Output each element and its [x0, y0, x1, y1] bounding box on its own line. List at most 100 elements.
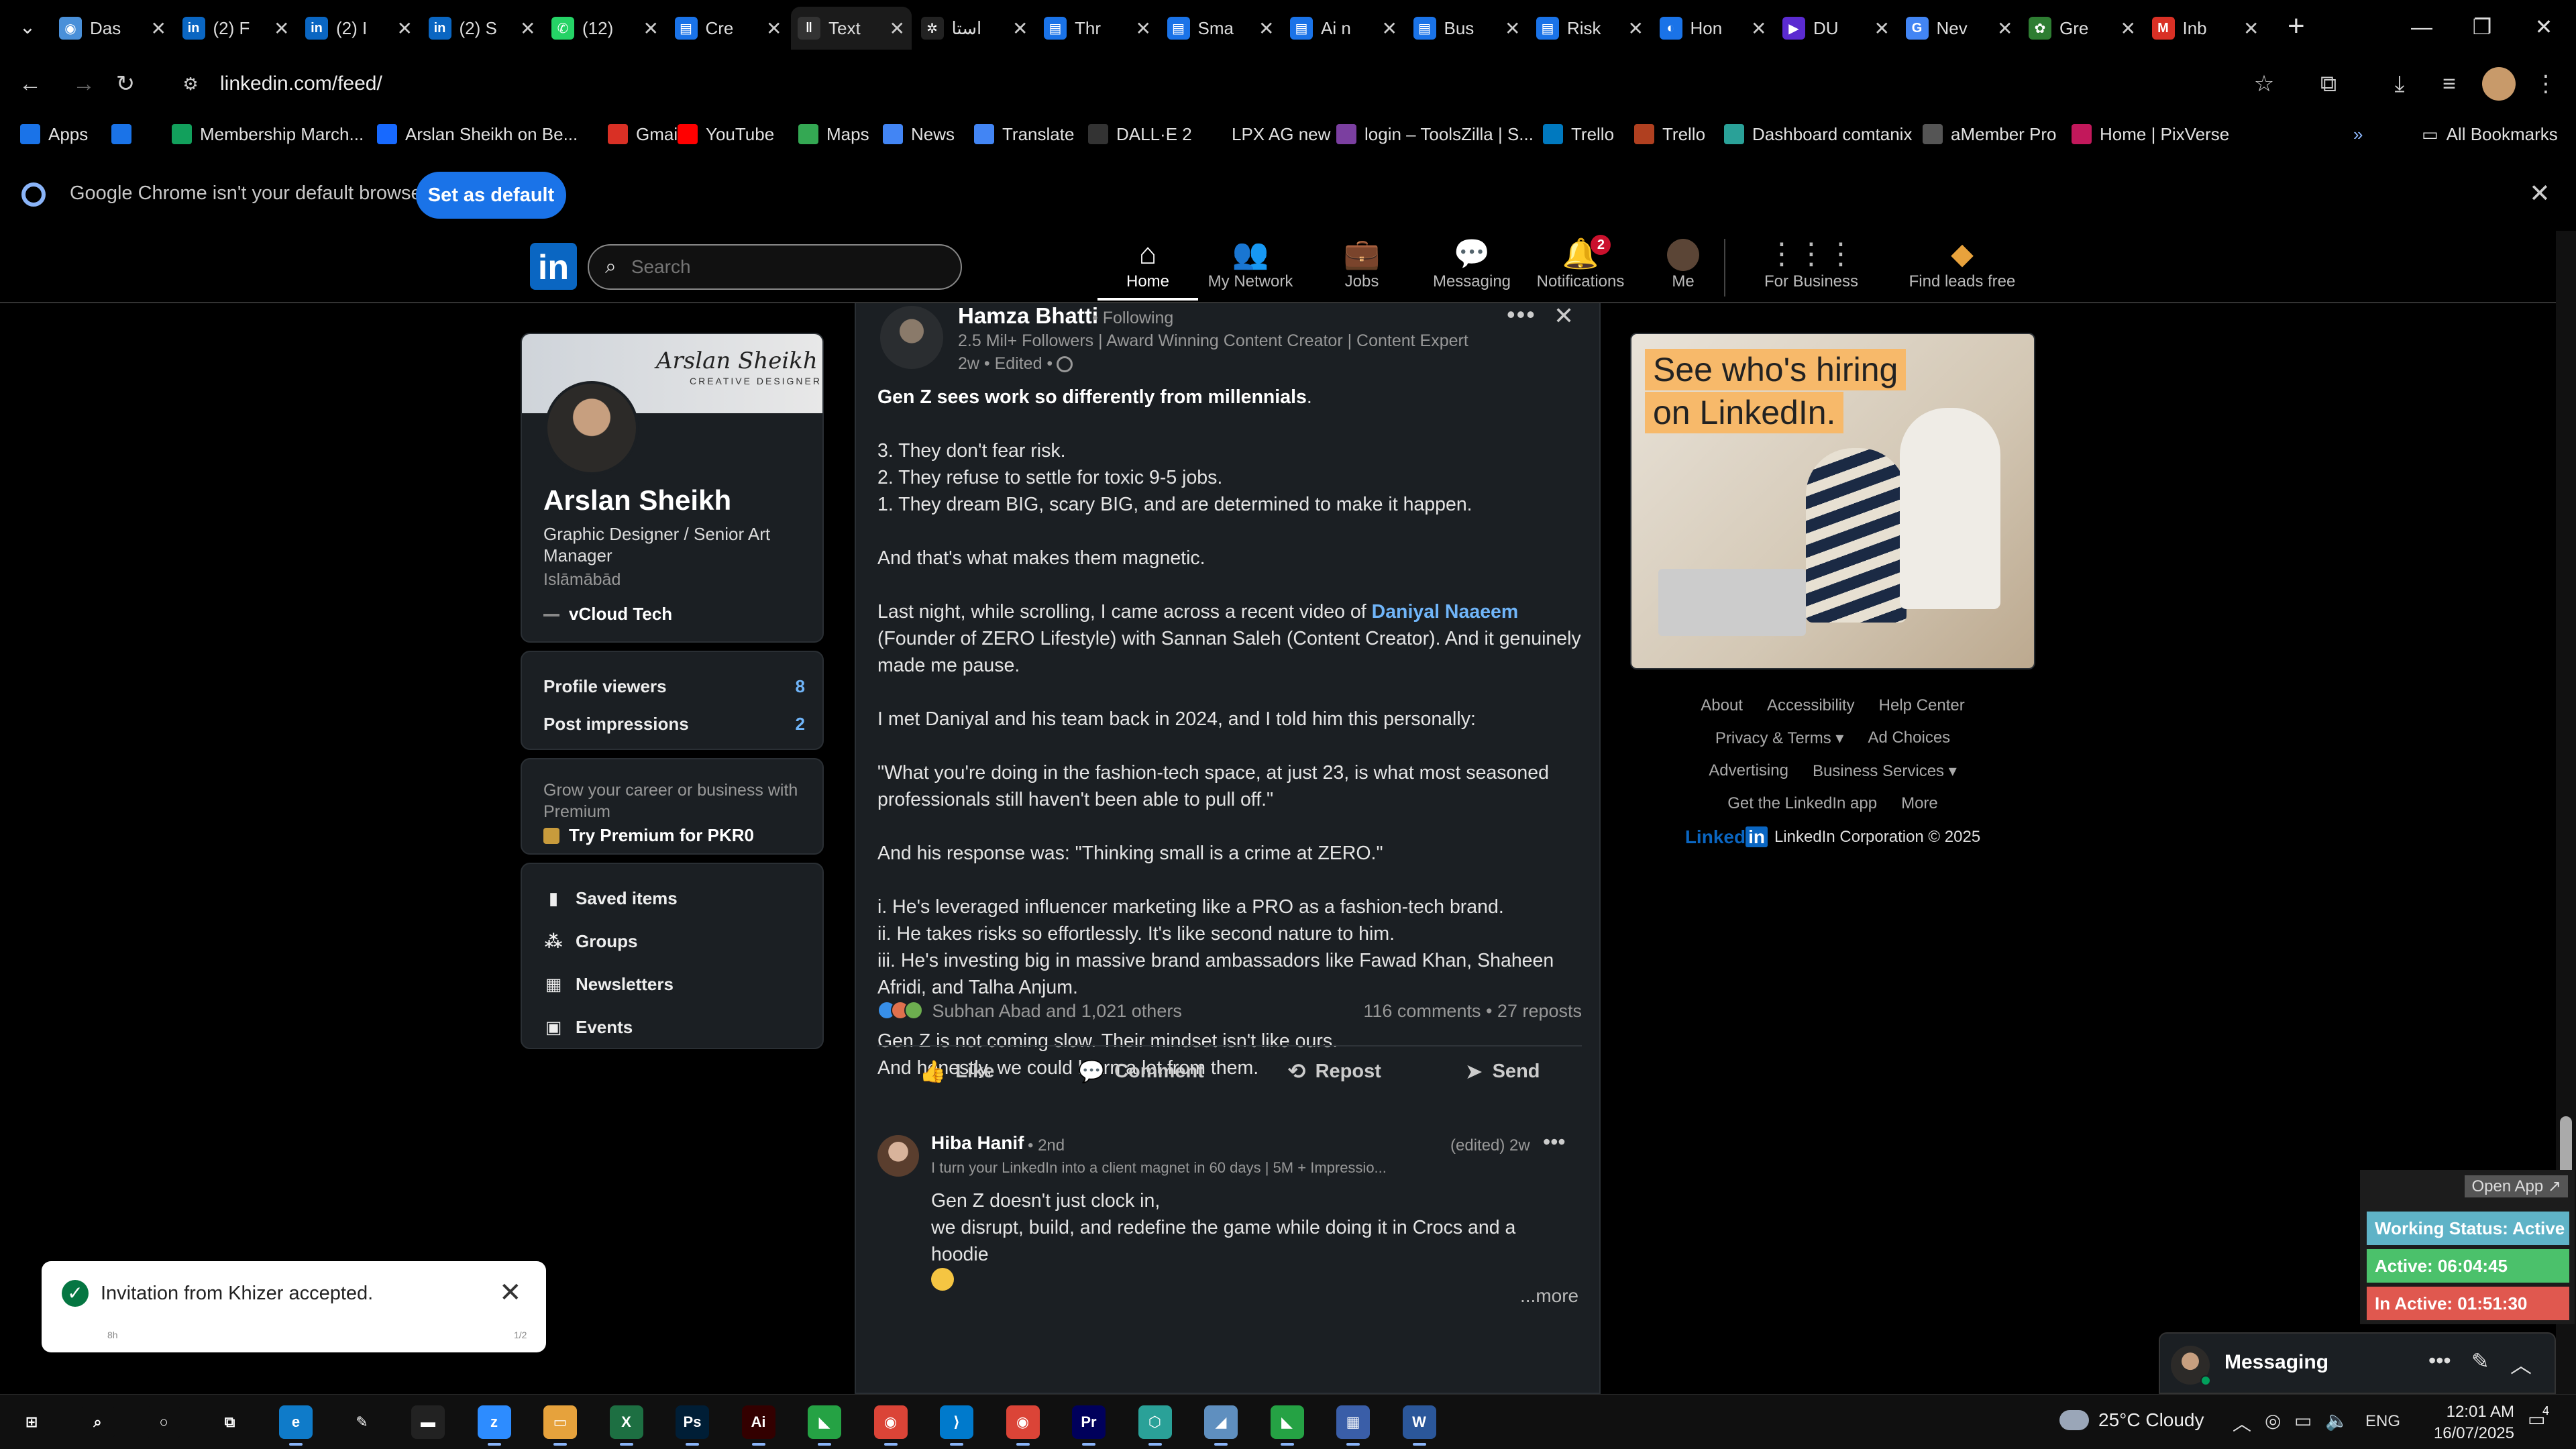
- nav-item-messaging[interactable]: 💬 Messaging: [1425, 236, 1519, 301]
- linkedin-search-box[interactable]: ⌕: [588, 244, 962, 290]
- browser-tab[interactable]: in (2) I ✕: [299, 7, 419, 50]
- volume-icon[interactable]: 🔈: [2325, 1409, 2349, 1432]
- photoshop-icon[interactable]: Ps: [676, 1405, 709, 1446]
- nav-item-me-avatar[interactable]: Me: [1646, 236, 1720, 301]
- footer-link[interactable]: Ad Choices: [1868, 729, 1950, 748]
- open-app-button[interactable]: Open App ↗: [2465, 1175, 2568, 1197]
- windows-start-icon[interactable]: ⊞: [15, 1405, 48, 1439]
- chrome-icon[interactable]: ◉: [873, 1405, 908, 1446]
- side-link-bookmark[interactable]: ▮ Saved items: [543, 888, 678, 909]
- bookmark-item[interactable]: YouTube: [678, 121, 774, 148]
- tab-search-icon[interactable]: ⌄: [12, 12, 43, 43]
- zoom-icon[interactable]: z: [477, 1405, 511, 1446]
- vscode-icon[interactable]: ⟩: [940, 1405, 973, 1446]
- toast-close-icon[interactable]: ✕: [499, 1277, 522, 1308]
- tab-close-icon[interactable]: ✕: [643, 17, 659, 40]
- bookmark-item[interactable]: Apps: [20, 121, 88, 148]
- tab-close-icon[interactable]: ✕: [1505, 17, 1520, 40]
- post-author-avatar[interactable]: [880, 306, 943, 369]
- bookmark-item[interactable]: News: [883, 121, 955, 148]
- bookmark-item[interactable]: Maps: [798, 121, 869, 148]
- side-link-calendar[interactable]: ▣ Events: [543, 1017, 633, 1038]
- bookmark-item[interactable]: Translate: [974, 121, 1074, 148]
- footer-link[interactable]: Business Services ▾: [1813, 761, 1957, 781]
- post-close-icon[interactable]: ✕: [1554, 303, 1574, 330]
- browser-tab[interactable]: ‖ Text ✕: [791, 7, 912, 50]
- browser-tab[interactable]: M Inb ✕: [2145, 7, 2266, 50]
- repost-button[interactable]: ⟲ Repost: [1288, 1059, 1381, 1084]
- restore-icon[interactable]: ❐: [2455, 7, 2509, 47]
- browser-tab[interactable]: ▤ Cre ✕: [668, 7, 789, 50]
- bookmark-item[interactable]: LPX AG new: [1203, 121, 1330, 148]
- footer-link[interactable]: Help Center: [1879, 696, 1965, 715]
- stat-post-impressions[interactable]: Post impressions 2: [543, 714, 805, 735]
- bookmark-item[interactable]: DALL·E 2: [1088, 121, 1192, 148]
- weather-widget[interactable]: 25°C Cloudy: [2059, 1409, 2204, 1431]
- browser-tab[interactable]: ▤ Risk ✕: [1529, 7, 1650, 50]
- nav-item-home[interactable]: ⌂ Home: [1097, 236, 1198, 301]
- infobar-close-icon[interactable]: ✕: [2529, 178, 2551, 209]
- bookmark-item[interactable]: Arslan Sheikh on Be...: [377, 121, 578, 148]
- bookmark-item[interactable]: login – ToolsZilla | S...: [1336, 121, 1534, 148]
- browser-tab[interactable]: ▤ Sma ✕: [1161, 7, 1281, 50]
- pen-icon[interactable]: ✎: [345, 1405, 379, 1439]
- tab-close-icon[interactable]: ✕: [890, 17, 905, 40]
- see-more-link[interactable]: ...more: [1520, 1285, 1578, 1307]
- camtasia-icon[interactable]: ◣: [808, 1405, 841, 1446]
- media-control-icon[interactable]: ≡: [2432, 67, 2466, 101]
- tab-close-icon[interactable]: ✕: [1258, 17, 1274, 40]
- browser-tab[interactable]: in (2) S ✕: [422, 7, 543, 50]
- reactions-summary[interactable]: Subhan Abad and 1,021 others: [877, 1001, 1182, 1022]
- nav-item-grid[interactable]: ⋮⋮⋮ For Business: [1744, 236, 1878, 301]
- tab-close-icon[interactable]: ✕: [151, 17, 166, 40]
- meet-icon[interactable]: ◎: [2265, 1409, 2281, 1432]
- try-premium-link[interactable]: Try Premium for PKR0: [543, 825, 754, 846]
- tab-close-icon[interactable]: ✕: [2243, 17, 2259, 40]
- bookmark-star-icon[interactable]: ☆: [2247, 67, 2281, 101]
- stat-profile-viewers[interactable]: Profile viewers 8: [543, 676, 805, 697]
- messaging-bar[interactable]: Messaging ••• ✎ ︿: [2159, 1332, 2556, 1394]
- tab-close-icon[interactable]: ✕: [2121, 17, 2136, 40]
- network-icon[interactable]: ▭: [2294, 1409, 2312, 1432]
- comment-button[interactable]: 💬 Comment: [1078, 1059, 1204, 1084]
- bookmarks-overflow-icon[interactable]: »: [2353, 121, 2363, 148]
- back-icon[interactable]: ←: [13, 67, 47, 101]
- browser-tab[interactable]: ◉ Das ✕: [52, 7, 173, 50]
- comments-reposts-count[interactable]: 116 comments • 27 reposts: [1363, 1001, 1582, 1022]
- set-as-default-button[interactable]: Set as default: [416, 172, 566, 219]
- close-window-icon[interactable]: ✕: [2517, 7, 2571, 47]
- nav-item-briefcase[interactable]: 💼 Jobs: [1315, 236, 1409, 301]
- terminal-icon[interactable]: ▬: [411, 1405, 445, 1439]
- browser-tab[interactable]: ▤ Thr ✕: [1037, 7, 1158, 50]
- minimize-icon[interactable]: —: [2395, 7, 2449, 47]
- cortana-icon[interactable]: ○: [147, 1405, 180, 1439]
- footer-link[interactable]: Privacy & Terms ▾: [1715, 729, 1844, 748]
- browser-tab[interactable]: ▤ Bus ✕: [1407, 7, 1527, 50]
- edge-icon[interactable]: e: [279, 1405, 313, 1446]
- footer-link[interactable]: More: [1901, 794, 1938, 813]
- nav-item-network[interactable]: 👥 My Network: [1197, 236, 1304, 301]
- comment-more-icon[interactable]: •••: [1543, 1130, 1566, 1155]
- browser-tab[interactable]: in (2) F ✕: [176, 7, 297, 50]
- downloads-icon[interactable]: ⤓: [2383, 67, 2416, 101]
- browser-tab[interactable]: ✿ Gre ✕: [2022, 7, 2143, 50]
- nav-item-bell[interactable]: 🔔 2 Notifications: [1527, 235, 1634, 301]
- footer-link[interactable]: Accessibility: [1767, 696, 1855, 715]
- bookmark-item[interactable]: aMember Pro: [1923, 121, 2057, 148]
- bookmark-item[interactable]: Home | PixVerse: [2072, 121, 2229, 148]
- premiere-icon[interactable]: Pr: [1072, 1405, 1106, 1446]
- tab-close-icon[interactable]: ✕: [520, 17, 535, 40]
- forward-icon[interactable]: →: [67, 67, 101, 101]
- bookmark-item[interactable]: Trello: [1634, 121, 1705, 148]
- action-center-icon[interactable]: ▭: [2528, 1408, 2553, 1434]
- extensions-icon[interactable]: ⧉: [2312, 67, 2345, 101]
- post-author-name[interactable]: Hamza Bhatti: [958, 303, 1098, 329]
- more-options-icon[interactable]: •••: [2428, 1348, 2451, 1373]
- browser-profile-avatar[interactable]: [2482, 67, 2516, 101]
- footer-link[interactable]: Advertising: [1709, 761, 1788, 781]
- tab-close-icon[interactable]: ✕: [1751, 17, 1766, 40]
- chrome-menu-icon[interactable]: ⋮: [2529, 67, 2563, 101]
- bookmark-item[interactable]: Gmail: [608, 121, 682, 148]
- excel-icon[interactable]: X: [609, 1405, 643, 1446]
- task-view-icon[interactable]: ⧉: [213, 1405, 247, 1439]
